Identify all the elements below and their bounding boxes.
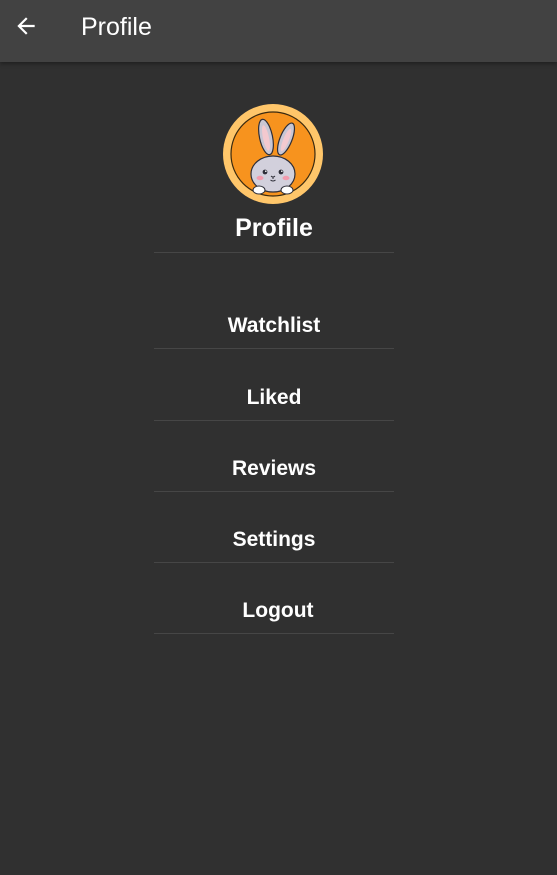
divider <box>154 420 394 421</box>
app-bar-title: Profile <box>81 13 152 41</box>
back-button[interactable] <box>4 4 48 48</box>
app-bar: Profile <box>0 0 557 62</box>
divider <box>154 633 394 634</box>
menu-item-settings[interactable]: Settings <box>154 517 394 563</box>
profile-screen: Profile Watchlist Liked Reviews Settings… <box>0 62 557 875</box>
menu-item-logout[interactable]: Logout <box>158 588 398 634</box>
menu-item-liked[interactable]: Liked <box>154 375 394 421</box>
menu-item-reviews[interactable]: Reviews <box>154 446 394 492</box>
divider <box>154 491 394 492</box>
profile-name: Profile <box>235 214 313 242</box>
arrow-left-icon <box>17 17 35 35</box>
divider <box>154 252 394 253</box>
divider <box>154 348 394 349</box>
menu-item-watchlist[interactable]: Watchlist <box>154 303 394 349</box>
divider <box>154 562 394 563</box>
bunny-avatar-icon <box>223 104 323 204</box>
profile-avatar <box>223 104 323 204</box>
